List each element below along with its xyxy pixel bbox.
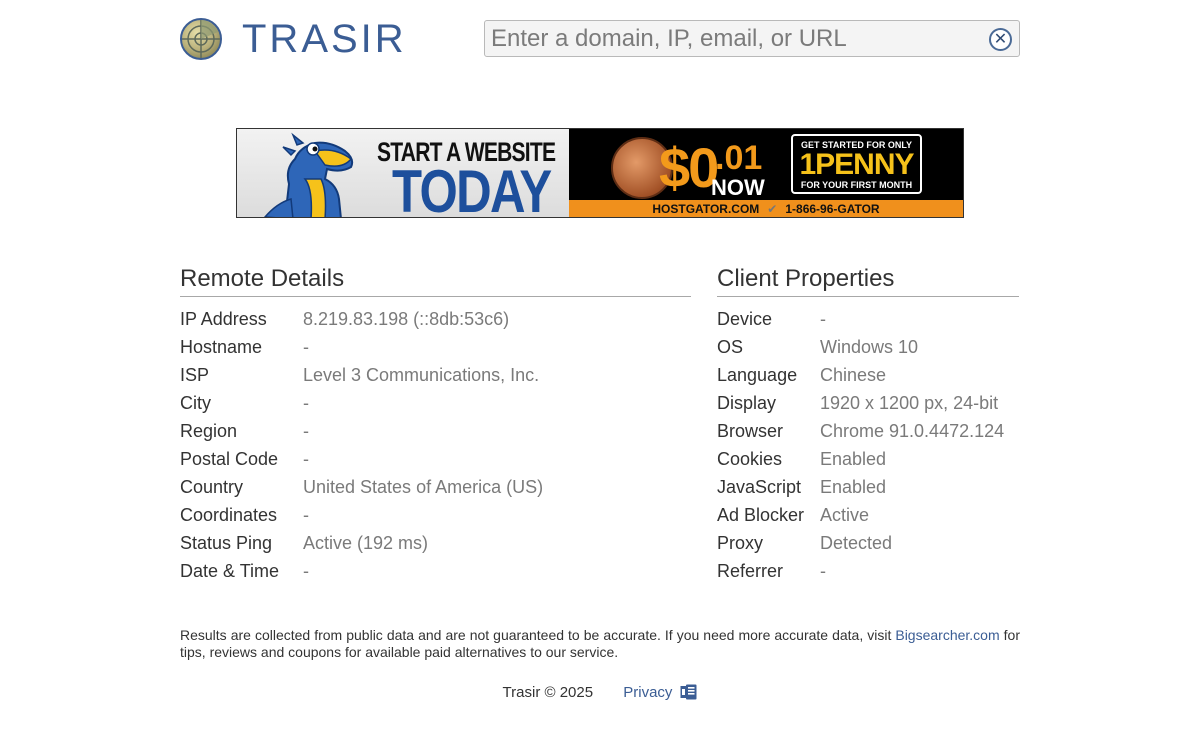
client-property-value: Active: [820, 505, 870, 526]
remote-detail-value: -: [303, 336, 309, 357]
client-property-value: Enabled: [820, 477, 887, 498]
remote-detail-value: United States of America (US): [303, 477, 544, 498]
client-property-row: Language Chinese: [717, 361, 1019, 389]
client-properties-title: Client Properties: [717, 265, 1019, 297]
remote-detail-value: Active (192 ms): [303, 533, 429, 554]
client-property-row: Cookies Enabled: [717, 445, 1019, 473]
remote-detail-row: Region -: [180, 417, 691, 445]
client-property-row: Display 1920 x 1200 px, 24-bit: [717, 389, 1019, 417]
client-property-value: Chinese: [820, 364, 887, 385]
remote-detail-label: Coordinates: [180, 505, 278, 526]
client-property-label: Ad Blocker: [717, 505, 805, 526]
privacy-link[interactable]: Privacy: [623, 684, 697, 701]
client-property-label: JavaScript: [717, 477, 802, 498]
client-property-value: Enabled: [820, 449, 887, 470]
client-property-value: Windows 10: [820, 336, 919, 357]
remote-details-title: Remote Details: [180, 265, 691, 297]
bigsearcher-link[interactable]: Bigsearcher.com: [895, 627, 999, 643]
remote-detail-row: City -: [180, 389, 691, 417]
remote-detail-label: Postal Code: [180, 449, 279, 470]
ad-box-line-3: FOR YOUR FIRST MONTH: [800, 180, 913, 190]
search-box: ✕: [484, 20, 1020, 57]
client-property-value: Detected: [820, 533, 893, 554]
remote-detail-row: ISP Level 3 Communications, Inc.: [180, 361, 691, 389]
client-property-label: Device: [717, 308, 773, 329]
remote-detail-value: -: [303, 505, 309, 526]
client-property-row: Ad Blocker Active: [717, 502, 1019, 530]
client-property-row: JavaScript Enabled: [717, 474, 1019, 502]
search-input[interactable]: [485, 21, 975, 56]
brand-name: TRASIR: [242, 17, 407, 61]
gator-mascot-icon: [264, 132, 354, 217]
remote-detail-label: City: [180, 392, 211, 413]
remote-detail-row: Coordinates -: [180, 502, 691, 530]
client-property-value: Chrome 91.0.4472.124: [820, 420, 1005, 441]
privacy-label: Privacy: [623, 684, 673, 701]
client-property-row: Proxy Detected: [717, 530, 1019, 558]
remote-detail-value: -: [303, 561, 309, 582]
disclaimer: Results are collected from public data a…: [180, 627, 1020, 661]
remote-detail-value: -: [303, 449, 309, 470]
ad-strip-site: HOSTGATOR.COM: [652, 201, 760, 216]
privacy-document-icon: [680, 684, 697, 700]
ad-strip-phone: 1-866-96-GATOR: [785, 201, 880, 216]
client-property-row: OS Windows 10: [717, 333, 1019, 361]
client-property-label: Referrer: [717, 561, 784, 582]
client-property-value: -: [820, 561, 826, 582]
remote-detail-label: Country: [180, 477, 244, 498]
ad-left-panel: START A WEBSITE TODAY: [237, 129, 569, 217]
client-property-value: 1920 x 1200 px, 24-bit: [820, 392, 999, 413]
client-property-value: -: [820, 308, 826, 329]
remote-detail-label: Date & Time: [180, 561, 280, 582]
remote-detail-value: Level 3 Communications, Inc.: [303, 364, 540, 385]
remote-detail-value: 8.219.83.198 (::8db:53c6): [303, 308, 510, 329]
ad-price-cents: .01: [715, 139, 763, 177]
check-icon: ✔: [767, 201, 778, 216]
client-property-label: Cookies: [717, 449, 783, 470]
client-property-label: OS: [717, 336, 744, 357]
client-property-label: Browser: [717, 420, 784, 441]
remote-details-section: Remote Details IP Address 8.219.83.198 (:…: [180, 265, 691, 586]
client-property-row: Device -: [717, 305, 1019, 333]
remote-detail-label: Hostname: [180, 336, 263, 357]
remote-detail-value: -: [303, 420, 309, 441]
client-property-label: Language: [717, 364, 798, 385]
remote-detail-row: Date & Time -: [180, 558, 691, 586]
footer: Trasir © 2025 Privacy: [0, 684, 1200, 701]
remote-detail-label: IP Address: [180, 308, 267, 329]
remote-detail-row: IP Address 8.219.83.198 (::8db:53c6): [180, 305, 691, 333]
ad-banner[interactable]: START A WEBSITE TODAY $0 .01 NOW GET STA…: [236, 128, 964, 218]
client-property-row: Referrer -: [717, 558, 1019, 586]
ad-strip: HOSTGATOR.COM ✔ 1-866-96-GATOR: [569, 200, 963, 217]
ad-headline-2: TODAY: [392, 158, 552, 218]
remote-detail-row: Hostname -: [180, 333, 691, 361]
ad-price: $0 .01 NOW: [659, 135, 765, 200]
radar-globe-icon: [180, 18, 222, 60]
close-circle-icon[interactable]: ✕: [989, 28, 1012, 51]
client-property-row: Browser Chrome 91.0.4472.124: [717, 417, 1019, 445]
remote-detail-value: -: [303, 392, 309, 413]
ad-price-now: NOW: [711, 175, 765, 200]
remote-detail-row: Status Ping Active (192 ms): [180, 530, 691, 558]
client-properties-section: Client Properties Device - OS Windows 10 Lan…: [717, 265, 1019, 586]
client-properties-list: Device - OS Windows 10 Language Chinese Displa…: [717, 305, 1019, 586]
remote-detail-row: Postal Code -: [180, 445, 691, 473]
client-property-label: Display: [717, 392, 777, 413]
ad-price-dollar: $0: [659, 136, 719, 199]
ad-box-line-2: 1PENNY: [799, 148, 914, 181]
client-property-label: Proxy: [717, 533, 764, 554]
disclaimer-text-before: Results are collected from public data a…: [180, 627, 892, 643]
remote-detail-label: Region: [180, 420, 238, 441]
remote-detail-row: Country United States of America (US): [180, 474, 691, 502]
ad-penny-box: GET STARTED FOR ONLY 1PENNY FOR YOUR FIR…: [791, 134, 922, 194]
ad-right-panel: $0 .01 NOW GET STARTED FOR ONLY 1PENNY F…: [569, 129, 963, 217]
copyright: Trasir © 2025: [502, 684, 594, 701]
remote-detail-label: Status Ping: [180, 533, 273, 554]
remote-detail-label: ISP: [180, 364, 210, 385]
logo-link[interactable]: TRASIR: [180, 16, 407, 62]
remote-details-list: IP Address 8.219.83.198 (::8db:53c6)Hostn…: [180, 305, 691, 586]
